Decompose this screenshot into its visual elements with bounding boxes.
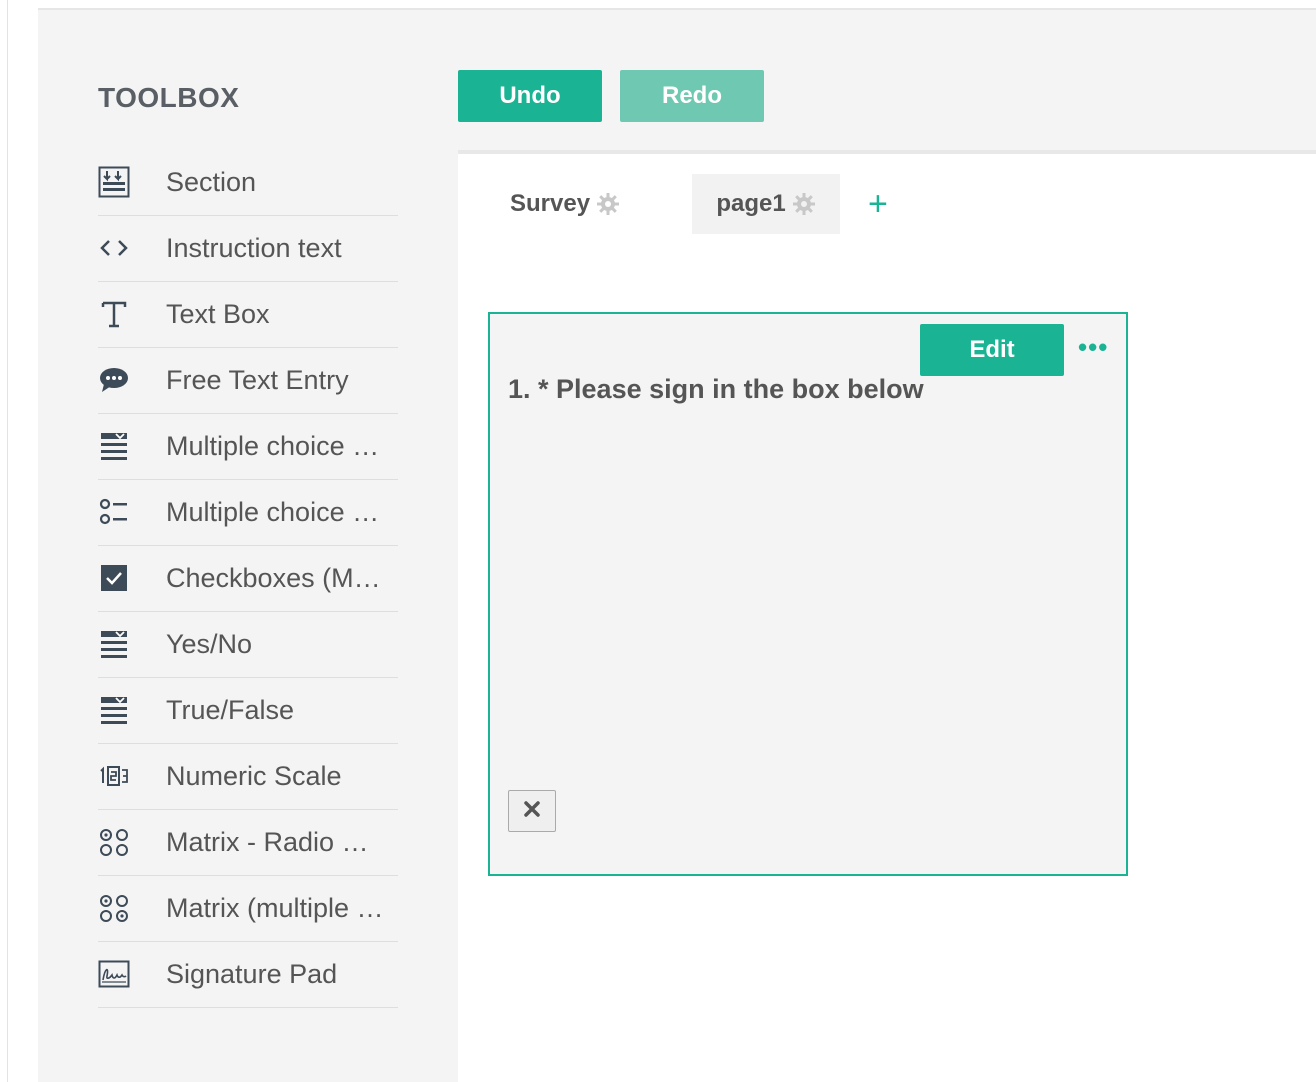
toolbox-item-label: Free Text Entry	[166, 365, 349, 395]
more-options-icon[interactable]: •••	[1078, 332, 1108, 363]
toolbox-item-text-box[interactable]: Text Box	[98, 282, 398, 348]
toolbox-item-signature-pad[interactable]: Signature Pad	[98, 942, 398, 1008]
toolbox-item-section[interactable]: Section	[98, 150, 398, 216]
tab-survey[interactable]: Survey	[510, 174, 620, 234]
comment-icon	[98, 364, 130, 396]
toolbox-item-yes-no[interactable]: Yes/No	[98, 612, 398, 678]
section-icon	[98, 166, 130, 198]
undo-button[interactable]: Undo	[458, 70, 602, 122]
toolbox-item-matrix-multiple[interactable]: Matrix (multiple …	[98, 876, 398, 942]
toolbox-item-label: Section	[166, 167, 257, 197]
tab-survey-label: Survey	[510, 190, 591, 217]
checkbox-icon	[98, 562, 130, 594]
toolbox-title: TOOLBOX	[98, 82, 240, 113]
edit-button[interactable]: Edit	[920, 324, 1064, 376]
toolbox-item-label: True/False	[166, 695, 295, 725]
question-title: 1. * Please sign in the box below	[508, 374, 924, 404]
toolbox-item-numeric-scale[interactable]: Numeric Scale	[98, 744, 398, 810]
matrix-icon	[98, 892, 130, 924]
toolbox-item-label: Matrix - Radio …	[166, 827, 369, 857]
toolbox-item-label: Instruction text	[166, 233, 342, 263]
gear-icon[interactable]	[792, 192, 816, 216]
rating-icon	[98, 760, 130, 792]
dropdown-icon	[98, 694, 130, 726]
left-border	[7, 0, 8, 1082]
toolbox-item-checkboxes[interactable]: Checkboxes (M…	[98, 546, 398, 612]
add-page-button[interactable]: +	[868, 186, 888, 222]
gear-icon[interactable]	[596, 192, 620, 216]
toolbox-item-matrix-radio[interactable]: Matrix - Radio …	[98, 810, 398, 876]
toolbox-item-label: Signature Pad	[166, 959, 338, 989]
close-icon	[523, 800, 541, 823]
toolbox-item-multiple-choice-dropdown[interactable]: Multiple choice …	[98, 414, 398, 480]
code-icon	[98, 232, 130, 264]
toolbox-item-label: Multiple choice …	[166, 497, 380, 527]
toolbox-item-free-text-entry[interactable]: Free Text Entry	[98, 348, 398, 414]
redo-button[interactable]: Redo	[620, 70, 764, 122]
toolbox-item-multiple-choice-radio[interactable]: Multiple choice …	[98, 480, 398, 546]
toolbox-panel: TOOLBOX Section Instruction text Text Bo…	[38, 10, 458, 1082]
text-icon	[98, 298, 130, 330]
toolbox-item-label: Multiple choice …	[166, 431, 380, 461]
question-card-signature[interactable]: Edit ••• 1. * Please sign in the box bel…	[488, 312, 1128, 876]
tab-page1[interactable]: page1	[692, 174, 840, 234]
toolbox-item-true-false[interactable]: True/False	[98, 678, 398, 744]
dropdown-icon	[98, 628, 130, 660]
toolbox-item-label: Yes/No	[166, 629, 253, 659]
toolbar-divider	[458, 150, 1316, 154]
tab-page1-label: page1	[716, 190, 786, 217]
toolbox-item-label: Numeric Scale	[166, 761, 342, 791]
toolbox-item-label: Checkboxes (M…	[166, 563, 381, 593]
toolbox-list: Section Instruction text Text Box Free T…	[98, 150, 398, 1008]
toolbox-item-instruction-text[interactable]: Instruction text	[98, 216, 398, 282]
signature-icon	[98, 958, 130, 990]
dropdown-icon	[98, 430, 130, 462]
clear-signature-button[interactable]	[508, 790, 556, 832]
toolbox-item-label: Matrix (multiple …	[166, 893, 384, 923]
matrix-icon	[98, 826, 130, 858]
toolbox-item-label: Text Box	[166, 299, 270, 329]
radiogroup-icon	[98, 496, 130, 528]
